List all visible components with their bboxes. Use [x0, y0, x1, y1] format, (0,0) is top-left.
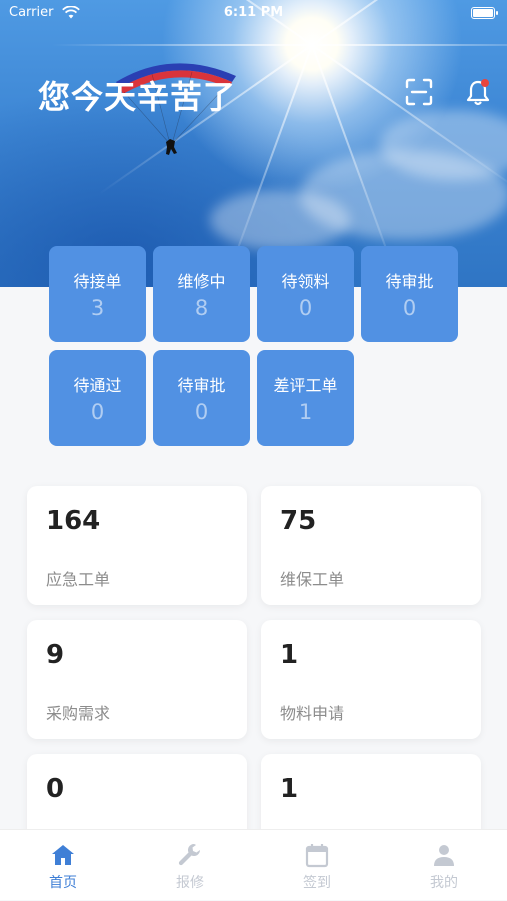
tile-count: 0 — [194, 400, 209, 424]
status-bar: Carrier 6:11 PM — [0, 0, 507, 28]
wrench-icon — [178, 843, 201, 866]
battery-icon — [471, 7, 498, 19]
tile-label: 待通过 — [73, 376, 122, 395]
home-icon — [52, 845, 74, 865]
summary-card-material-requests[interactable]: 1 物料申请 — [261, 620, 481, 739]
card-value: 0 — [46, 774, 65, 804]
card-value: 9 — [46, 640, 65, 670]
tab-label: 签到 — [303, 875, 331, 891]
bottom-tab-bar: 首页 报修 签到 我的 — [0, 829, 507, 900]
greeting-title: 您今天辛苦了 — [38, 78, 237, 116]
status-tile-pending-approval[interactable]: 待审批 0 — [361, 246, 458, 342]
summary-card-purchase-requests[interactable]: 9 采购需求 — [27, 620, 247, 739]
status-tile-pending-pass[interactable]: 待通过 0 — [49, 350, 146, 446]
status-tile-pending-accept[interactable]: 待接单 3 — [49, 246, 146, 342]
tab-check-in[interactable]: 签到 — [254, 830, 380, 901]
card-value: 1 — [280, 640, 299, 670]
tile-count: 1 — [298, 400, 313, 424]
tab-label: 首页 — [49, 875, 77, 891]
status-tile-pending-materials[interactable]: 待领料 0 — [257, 246, 354, 342]
card-caption: 维保工单 — [280, 570, 345, 589]
tile-label: 待接单 — [73, 272, 122, 291]
tile-count: 3 — [90, 296, 105, 320]
calendar-icon — [305, 844, 329, 868]
user-icon — [434, 845, 454, 866]
summary-card-emergency-orders[interactable]: 164 应急工单 — [27, 486, 247, 605]
card-caption: 物料申请 — [280, 704, 345, 723]
tile-label: 待审批 — [177, 376, 226, 395]
tile-label: 维修中 — [177, 272, 226, 291]
card-caption: 应急工单 — [46, 570, 111, 589]
header-banner — [0, 0, 507, 287]
tile-count: 0 — [298, 296, 313, 320]
tile-label: 待审批 — [385, 272, 434, 291]
card-value: 164 — [46, 506, 101, 536]
tab-label: 我的 — [430, 875, 458, 891]
tile-label: 差评工单 — [273, 376, 338, 395]
tab-profile[interactable]: 我的 — [381, 830, 507, 901]
card-value: 1 — [280, 774, 299, 804]
tab-label: 报修 — [176, 875, 204, 891]
status-tile-pending-approval-2[interactable]: 待审批 0 — [153, 350, 250, 446]
tile-count: 0 — [90, 400, 105, 424]
summary-card-maintenance-orders[interactable]: 75 维保工单 — [261, 486, 481, 605]
status-tile-in-repair[interactable]: 维修中 8 — [153, 246, 250, 342]
notification-bell-icon[interactable] — [465, 78, 491, 106]
card-value: 75 — [280, 506, 317, 536]
tile-label: 待领料 — [281, 272, 330, 291]
tile-count: 0 — [402, 296, 417, 320]
tab-repair[interactable]: 报修 — [127, 830, 253, 901]
clock: 6:11 PM — [223, 5, 284, 20]
scan-icon[interactable] — [405, 78, 433, 106]
tab-home[interactable]: 首页 — [0, 830, 126, 901]
status-tile-bad-review[interactable]: 差评工单 1 — [257, 350, 354, 446]
card-caption: 采购需求 — [46, 704, 111, 723]
tile-count: 8 — [194, 296, 209, 320]
